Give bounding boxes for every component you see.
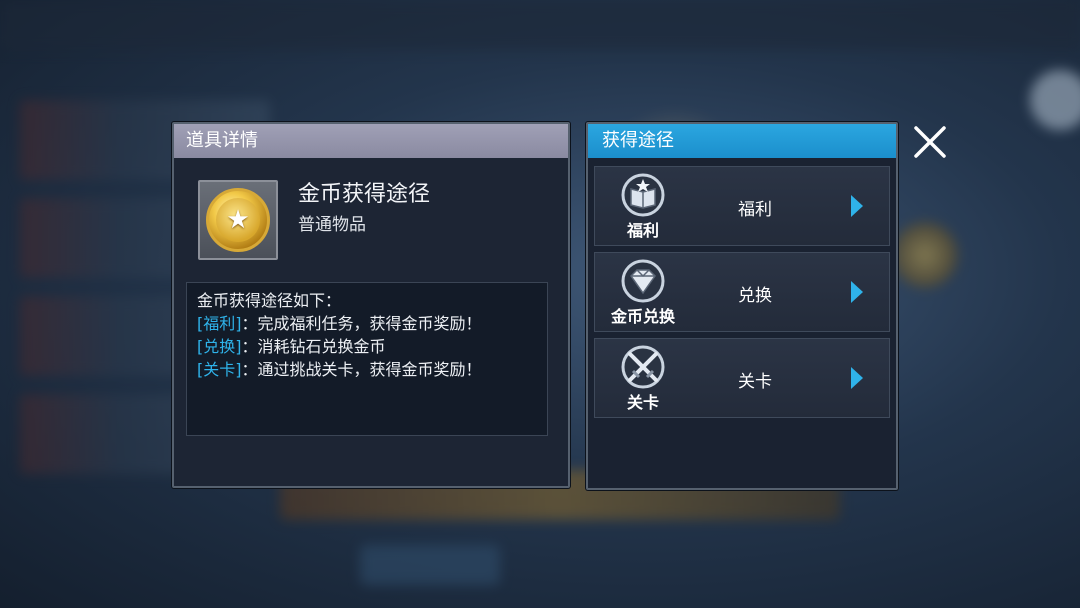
route-badge-label: 福利 xyxy=(626,221,659,240)
background-medal xyxy=(890,220,960,290)
description-text: ：完成福利任务，获得金币奖励！ xyxy=(241,314,482,333)
description-tag: [兑换] xyxy=(197,337,242,356)
description-text: ：通过挑战关卡，获得金币奖励！ xyxy=(241,360,482,379)
route-name: 福利 xyxy=(738,200,772,220)
route-stage[interactable]: 关卡 关卡 xyxy=(594,338,890,418)
item-icon-frame: ★ xyxy=(198,180,278,260)
description-tag: [关卡] xyxy=(197,360,242,379)
background-button xyxy=(360,545,500,585)
diamond-exchange-icon xyxy=(621,259,665,303)
route-welfare[interactable]: 福利 福利 xyxy=(594,166,890,246)
route-name: 兑换 xyxy=(738,286,772,306)
crossed-swords-icon xyxy=(621,345,665,389)
background-ring xyxy=(1030,70,1080,130)
close-icon[interactable] xyxy=(912,124,948,160)
item-detail-header: 道具详情 xyxy=(174,124,568,158)
item-description: 金币获得途径如下： [福利]：完成福利任务，获得金币奖励！ [兑换]：消耗钻石兑… xyxy=(186,282,548,436)
welfare-book-icon xyxy=(621,173,665,217)
description-line: [关卡]：通过挑战关卡，获得金币奖励！ xyxy=(197,358,537,381)
description-line: [兑换]：消耗钻石兑换金币 xyxy=(197,335,537,358)
route-exchange[interactable]: 金币兑换 兑换 xyxy=(594,252,890,332)
description-intro: 金币获得途径如下： xyxy=(197,291,342,310)
gold-coin-icon: ★ xyxy=(206,188,270,252)
description-tag: [福利] xyxy=(197,314,242,333)
chevron-right-icon xyxy=(851,281,863,303)
background-top-bar xyxy=(0,0,1080,50)
item-type: 普通物品 xyxy=(298,215,366,235)
chevron-right-icon xyxy=(851,195,863,217)
description-text: ：消耗钻石兑换金币 xyxy=(241,337,386,356)
description-line: [福利]：完成福利任务，获得金币奖励！ xyxy=(197,312,537,335)
item-detail-panel: 道具详情 ★ 金币获得途径 普通物品 金币获得途径如下： [福利]：完成福利任务… xyxy=(172,122,570,488)
chevron-right-icon xyxy=(851,367,863,389)
acquire-routes-panel: 获得途径 福利 福利 金币兑换 兑换 关卡 关卡 xyxy=(586,122,898,490)
route-name: 关卡 xyxy=(738,372,772,392)
item-name: 金币获得途径 xyxy=(298,182,431,207)
route-badge-label: 关卡 xyxy=(626,393,659,412)
acquire-routes-header: 获得途径 xyxy=(588,124,896,158)
route-badge-label: 金币兑换 xyxy=(610,307,675,326)
